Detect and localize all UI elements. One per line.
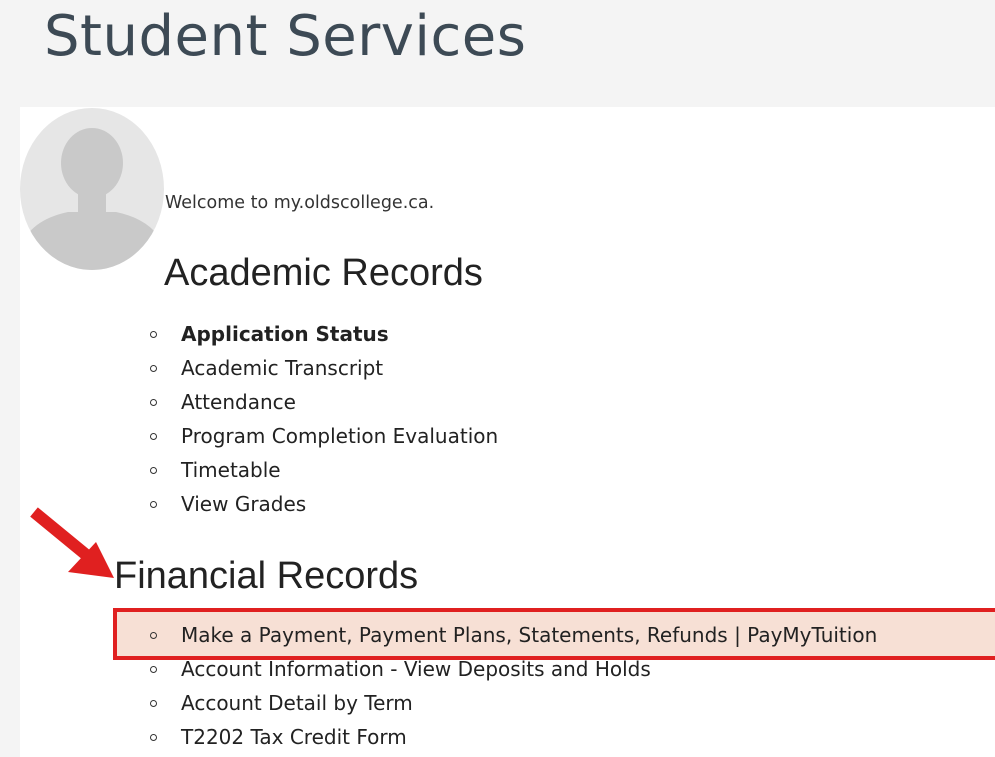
circle-bullet-icon (150, 433, 157, 440)
list-item: Make a Payment, Payment Plans, Statement… (150, 618, 877, 652)
circle-bullet-icon (150, 399, 157, 406)
circle-bullet-icon (150, 632, 157, 639)
academic-records-heading: Academic Records (164, 252, 483, 294)
red-arrow-icon (30, 507, 114, 578)
financial-records-heading: Financial Records (114, 555, 419, 597)
account-detail-by-term-link[interactable]: Account Detail by Term (181, 691, 413, 715)
account-information-link[interactable]: Account Information - View Deposits and … (181, 657, 651, 681)
avatar (20, 108, 165, 271)
academic-records-list: Application Status Academic Transcript A… (150, 317, 498, 521)
circle-bullet-icon (150, 501, 157, 508)
list-item: Academic Transcript (150, 351, 498, 385)
circle-bullet-icon (150, 666, 157, 673)
view-grades-link[interactable]: View Grades (181, 492, 306, 516)
application-status-link[interactable]: Application Status (181, 322, 389, 346)
page-title: Student Services (44, 4, 527, 69)
make-payment-link[interactable]: Make a Payment, Payment Plans, Statement… (181, 623, 877, 647)
t2202-tax-credit-form-link[interactable]: T2202 Tax Credit Form (181, 725, 407, 749)
attendance-link[interactable]: Attendance (181, 390, 296, 414)
left-gutter (0, 107, 20, 757)
academic-transcript-link[interactable]: Academic Transcript (181, 356, 383, 380)
circle-bullet-icon (150, 365, 157, 372)
circle-bullet-icon (150, 700, 157, 707)
list-item: View Grades (150, 487, 498, 521)
list-item: Program Completion Evaluation (150, 419, 498, 453)
user-silhouette-icon (20, 108, 164, 270)
list-item: Account Detail by Term (150, 686, 877, 720)
circle-bullet-icon (150, 734, 157, 741)
welcome-message: Welcome to my.oldscollege.ca. (165, 193, 435, 213)
financial-records-list: Make a Payment, Payment Plans, Statement… (150, 618, 877, 754)
list-item: Account Information - View Deposits and … (150, 652, 877, 686)
list-item: T2202 Tax Credit Form (150, 720, 877, 754)
list-item: Attendance (150, 385, 498, 419)
list-item: Application Status (150, 317, 498, 351)
list-item: Timetable (150, 453, 498, 487)
timetable-link[interactable]: Timetable (181, 458, 281, 482)
circle-bullet-icon (150, 331, 157, 338)
program-completion-evaluation-link[interactable]: Program Completion Evaluation (181, 424, 498, 448)
circle-bullet-icon (150, 467, 157, 474)
